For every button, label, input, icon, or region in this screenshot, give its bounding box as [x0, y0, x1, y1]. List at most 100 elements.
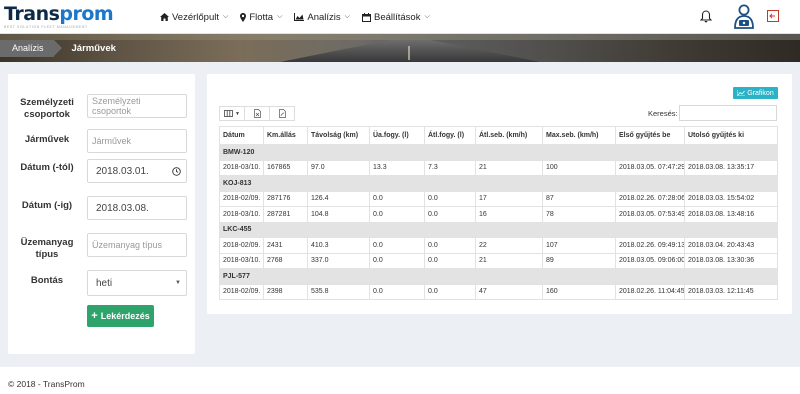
breakdown-select[interactable]: heti ▼	[87, 270, 187, 296]
column-header[interactable]: Átl.fogy. (l)	[424, 126, 476, 145]
column-header[interactable]: Max.seb. (km/h)	[542, 126, 616, 145]
table-cell: 0.0	[369, 252, 425, 269]
group-row: LKC-455	[219, 221, 778, 238]
table-cell: 2018-02/09.	[219, 283, 264, 300]
export-excel-button[interactable]	[244, 106, 270, 121]
table-cell: 2018-03/10.	[219, 252, 264, 269]
chevron-down-icon: ⌵	[344, 13, 350, 20]
table-cell: 17	[475, 190, 543, 207]
columns-icon	[224, 110, 233, 117]
vehicle-plate: PJL-577	[219, 268, 778, 285]
fuel-type-input[interactable]: Üzemanyag típus	[87, 233, 187, 257]
clock-icon[interactable]	[172, 167, 181, 179]
breadcrumb-current-page: Járművek	[71, 43, 116, 54]
breakdown-label: Bontás	[30, 275, 64, 286]
chevron-down-icon: ⌵	[424, 13, 430, 20]
table-cell: 0.0	[424, 206, 476, 223]
top-navbar: Transprom best solution fleet management…	[0, 0, 800, 34]
table-cell: 2398	[263, 283, 308, 300]
breadcrumb: Analízis Járművek	[0, 40, 116, 57]
bell-icon[interactable]	[699, 10, 713, 25]
table-cell: 0.0	[369, 237, 425, 254]
nav-item-label: Vezérlőpult	[172, 11, 220, 23]
column-header[interactable]: Átl.seb. (km/h)	[475, 126, 543, 145]
table-cell: 0.0	[424, 237, 476, 254]
personnel-group-input[interactable]: Személyzeti csoportok	[87, 94, 187, 118]
date-from-input[interactable]: 2018.03.01.	[87, 159, 187, 183]
table-body: BMW-120 2018-03/10. 167865 97.0 13.3 7.3 21 100…	[219, 144, 778, 300]
table-cell: 2018.03.08. 13:35:17	[684, 159, 778, 176]
table-cell: 2018.03.08. 13:48:16	[684, 206, 778, 223]
banner-road-image	[280, 40, 540, 62]
fuel-type-label: Üzemanyag típus	[20, 237, 74, 260]
chevron-down-icon: ⌵	[277, 13, 283, 20]
transprom-logo[interactable]: Transprom best solution fleet management	[4, 3, 146, 30]
table-cell: 337.0	[307, 252, 370, 269]
results-panel: Grafikon ▼ Keresés: Dátum Km.állás Távolsá…	[207, 74, 792, 314]
export-pdf-button[interactable]	[269, 106, 295, 121]
table-row: 2018-03/10. 167865 97.0 13.3 7.3 21 100 2018.03…	[219, 159, 778, 176]
table-row: 2018-02/09. 2398 535.8 0.0 0.0 47 160 2018.02.2…	[219, 283, 778, 300]
table-cell: 22	[475, 237, 543, 254]
table-cell: 97.0	[307, 159, 370, 176]
breadcrumb-analysis-link[interactable]: Analízis	[0, 40, 61, 57]
date-from-value: 2018.03.01.	[96, 165, 149, 177]
table-cell: 7.3	[424, 159, 476, 176]
group-row: PJL-577	[219, 268, 778, 285]
table-header-row: Dátum Km.állás Távolság (km) Üa.fogy. (l) Át…	[219, 126, 778, 145]
table-cell: 126.4	[307, 190, 370, 207]
table-cell: 287281	[263, 206, 308, 223]
logo-accent-text: prom	[59, 3, 114, 25]
group-row: KOJ-813	[219, 175, 778, 192]
query-button[interactable]: + Lekérdezés	[87, 305, 154, 327]
column-header[interactable]: Első gyűjtés be	[615, 126, 685, 145]
column-header[interactable]: Dátum	[219, 126, 264, 145]
column-header[interactable]: Távolság (km)	[307, 126, 370, 145]
table-cell: 2768	[263, 252, 308, 269]
logo-tagline: best solution fleet management	[4, 25, 88, 29]
nav-item-settings[interactable]: Beállítások ⌵	[361, 11, 430, 23]
home-icon	[160, 13, 169, 21]
table-cell: 410.3	[307, 237, 370, 254]
search-input[interactable]	[679, 105, 777, 121]
table-cell: 2018.02.26. 09:49:13	[615, 237, 685, 254]
column-header[interactable]: Üa.fogy. (l)	[369, 126, 425, 145]
table-cell: 100	[542, 159, 616, 176]
column-header[interactable]: Utolsó gyűjtés ki	[684, 126, 778, 145]
table-toolbar: ▼	[219, 106, 295, 121]
table-cell: 0.0	[369, 190, 425, 207]
table-cell: 13.3	[369, 159, 425, 176]
banner-road-line	[408, 46, 410, 60]
table-cell: 47	[475, 283, 543, 300]
column-visibility-button[interactable]: ▼	[219, 106, 245, 121]
date-to-input[interactable]: 2018.03.08.	[87, 196, 187, 220]
column-header[interactable]: Km.állás	[263, 126, 308, 145]
calendar-icon	[361, 12, 371, 22]
line-chart-icon	[737, 90, 746, 96]
main-menu: Vezérlőpult ⌵ Flotta ⌵ Analízis ⌵ Beállí…	[160, 0, 442, 34]
vehicles-input[interactable]: Járművek	[87, 129, 187, 153]
table-cell: 167865	[263, 159, 308, 176]
table-cell: 0.0	[424, 190, 476, 207]
user-account-icon[interactable]	[733, 4, 755, 32]
table-cell: 0.0	[424, 283, 476, 300]
table-cell: 2018.02.26. 07:28:06	[615, 190, 685, 207]
nav-item-label: Beállítások	[373, 11, 421, 23]
vehicle-plate: KOJ-813	[219, 175, 778, 192]
nav-item-dashboard[interactable]: Vezérlőpult ⌵	[160, 12, 228, 23]
excel-file-icon	[253, 109, 261, 118]
nav-item-fleet[interactable]: Flotta ⌵	[240, 12, 282, 23]
table-cell: 2018.03.05. 07:53:49	[615, 206, 685, 223]
table-cell: 2018.03.03. 15:54:02	[684, 190, 778, 207]
logout-icon[interactable]	[767, 10, 779, 24]
table-cell: 2018-02/09.	[219, 190, 264, 207]
table-cell: 2018-03/10.	[219, 206, 264, 223]
graph-button[interactable]: Grafikon	[733, 87, 778, 99]
search-label: Keresés:	[648, 109, 678, 118]
nav-item-analysis[interactable]: Analízis ⌵	[294, 12, 350, 23]
date-to-label: Dátum (-ig)	[21, 200, 73, 211]
table-row: 2018-03/10. 2768 337.0 0.0 0.0 21 89 2018.03.05…	[219, 252, 778, 269]
table-cell: 21	[475, 159, 543, 176]
personnel-group-label: Személyzeti csoportok	[20, 97, 74, 120]
table-cell: 2018.03.03. 12:11:45	[684, 283, 778, 300]
